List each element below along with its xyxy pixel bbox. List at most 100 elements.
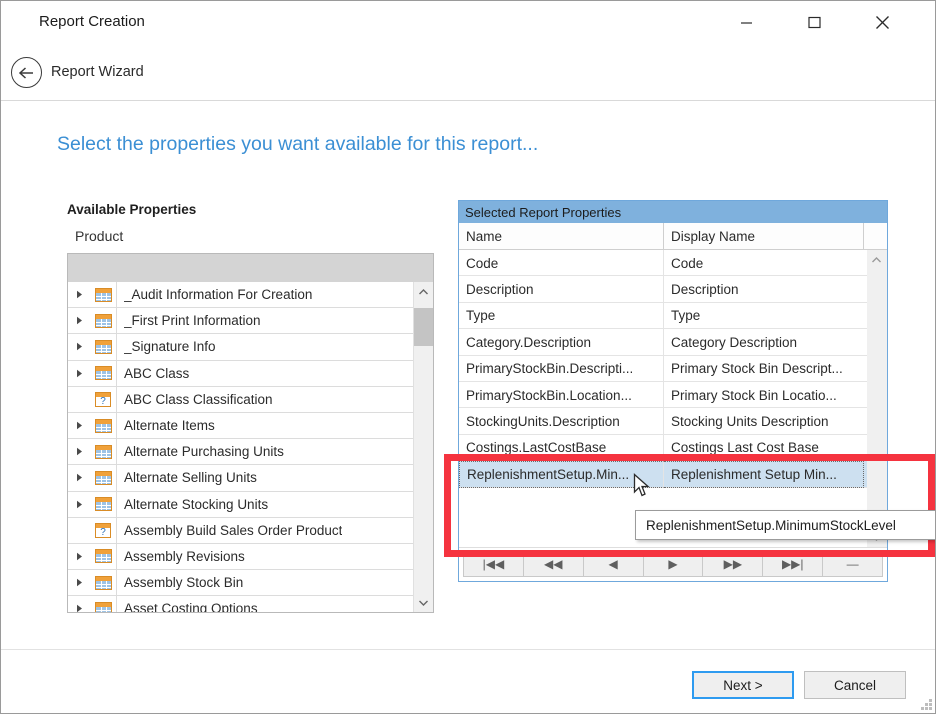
expand-arrow-icon[interactable]: [68, 316, 90, 325]
selected-grid-row-active[interactable]: ReplenishmentSetup.Min... Replenishment S…: [459, 461, 867, 488]
grid-cell-name[interactable]: Costings.LastCostBase: [459, 434, 664, 462]
selected-grid-row[interactable]: Description Description: [459, 276, 867, 303]
row-divider: [116, 282, 117, 308]
nav-next-button[interactable]: ▶: [642, 551, 703, 577]
selected-grid-row[interactable]: Category.Description Category Description: [459, 329, 867, 356]
grid-cell-display-name[interactable]: Code: [664, 250, 864, 276]
grid-cell-display-name[interactable]: Type: [664, 303, 864, 329]
grid-scroll-up-button[interactable]: [867, 250, 886, 269]
available-property-row[interactable]: ? ABC Class Classification: [68, 386, 414, 413]
column-header-name[interactable]: Name: [459, 223, 664, 249]
scroll-down-button[interactable]: [414, 593, 433, 612]
expand-arrow-icon[interactable]: [68, 578, 90, 587]
available-property-row[interactable]: Alternate Items: [68, 412, 414, 440]
grid-table-icon: [94, 418, 112, 433]
available-property-row[interactable]: ? Assembly Build Sales Order Product: [68, 517, 414, 544]
grid-cell-name[interactable]: ReplenishmentSetup.Min...: [459, 461, 664, 488]
available-property-row[interactable]: Asset Costing Options: [68, 595, 414, 612]
grid-cell-name[interactable]: PrimaryStockBin.Descripti...: [459, 355, 664, 382]
page-title: Select the properties you want available…: [57, 133, 539, 155]
available-properties-scrollbar[interactable]: [413, 282, 433, 612]
selected-grid-row[interactable]: StockingUnits.Description Stocking Units …: [459, 408, 867, 435]
grid-cell-display-name[interactable]: Category Description: [664, 329, 864, 355]
available-property-label: Assembly Revisions: [124, 548, 245, 564]
selected-grid-body[interactable]: Code Code Description Description Type Type Ca…: [459, 250, 867, 547]
available-property-row[interactable]: Assembly Stock Bin: [68, 569, 414, 597]
grid-cell-display-name[interactable]: Replenishment Setup Min...: [664, 461, 864, 488]
available-property-row[interactable]: _First Print Information: [68, 307, 414, 335]
grid-table-icon: [94, 601, 112, 612]
grid-cell-display-name[interactable]: Description: [664, 276, 864, 302]
expand-arrow-icon[interactable]: [68, 552, 90, 561]
nav-delete-button[interactable]: —: [822, 551, 884, 577]
scroll-up-button[interactable]: [414, 282, 433, 301]
row-divider: [116, 543, 117, 570]
close-button[interactable]: [859, 7, 905, 37]
row-divider: [116, 438, 117, 465]
grid-table-icon: [94, 339, 112, 354]
grid-cell-name[interactable]: Code: [459, 250, 664, 277]
available-property-row[interactable]: Alternate Selling Units: [68, 464, 414, 492]
column-header-display-name[interactable]: Display Name: [664, 223, 864, 249]
nav-last-button[interactable]: ▶▶|: [762, 551, 823, 577]
selected-grid-row[interactable]: Code Code: [459, 250, 867, 277]
grid-table-icon: [94, 444, 112, 459]
row-icon-wrap: ?: [90, 522, 116, 538]
row-divider: [116, 464, 117, 491]
expand-arrow-icon[interactable]: [68, 342, 90, 351]
nav-next-page-button[interactable]: ▶▶: [702, 551, 763, 577]
chevron-up-icon: [872, 256, 881, 262]
available-properties-list[interactable]: _Audit Information For Creation _First Pr…: [68, 282, 414, 612]
cancel-button[interactable]: Cancel: [804, 671, 906, 699]
grid-cell-display-name[interactable]: Costings Last Cost Base: [664, 435, 864, 461]
grid-cell-name[interactable]: Type: [459, 302, 664, 330]
expand-arrow-icon[interactable]: [68, 500, 90, 509]
grid-table-icon: [94, 366, 112, 381]
selected-grid-caption: Selected Report Properties: [459, 201, 887, 223]
minimize-icon: [740, 21, 752, 24]
expand-arrow-icon[interactable]: [68, 369, 90, 378]
scrollbar-thumb[interactable]: [414, 308, 433, 346]
available-property-row[interactable]: _Signature Info: [68, 333, 414, 361]
available-property-label: ABC Class Classification: [124, 391, 273, 407]
row-divider: [116, 307, 117, 334]
back-button[interactable]: [11, 57, 42, 88]
selected-grid-row[interactable]: Costings.LastCostBase Costings Last Cost …: [459, 434, 867, 462]
nav-prev-page-button[interactable]: ◀◀: [522, 551, 583, 577]
grid-cell-name[interactable]: PrimaryStockBin.Location...: [459, 381, 664, 409]
nav-first-button[interactable]: |◀◀: [463, 551, 523, 577]
title-bar: Report Creation: [1, 1, 935, 45]
next-button[interactable]: Next >: [692, 671, 794, 699]
available-property-row[interactable]: ABC Class: [68, 360, 414, 387]
expand-arrow-icon[interactable]: [68, 290, 90, 299]
row-icon-wrap: [90, 497, 116, 512]
row-divider: [116, 517, 117, 544]
grid-cell-name[interactable]: StockingUnits.Description: [459, 408, 664, 435]
grid-cell-name[interactable]: Description: [459, 276, 664, 303]
available-property-row[interactable]: Assembly Revisions: [68, 543, 414, 571]
grid-cell-name[interactable]: Category.Description: [459, 329, 664, 356]
selected-grid-row[interactable]: PrimaryStockBin.Location... Primary Stock…: [459, 381, 867, 409]
selected-grid-scrollbar[interactable]: [867, 250, 887, 547]
selected-grid-row[interactable]: PrimaryStockBin.Descripti... Primary Stoc…: [459, 355, 867, 382]
row-icon-wrap: [90, 313, 116, 328]
available-property-row[interactable]: _Audit Information For Creation: [68, 282, 414, 309]
maximize-button[interactable]: [791, 7, 837, 37]
expand-arrow-icon[interactable]: [68, 447, 90, 456]
grid-cell-display-name[interactable]: Primary Stock Bin Locatio...: [664, 382, 864, 408]
selected-grid-row[interactable]: Type Type: [459, 302, 867, 330]
wizard-label: Report Wizard: [51, 64, 144, 80]
minimize-button[interactable]: [723, 7, 769, 37]
expand-arrow-icon[interactable]: [68, 421, 90, 430]
expand-arrow-icon[interactable]: [68, 604, 90, 612]
grid-cell-display-name[interactable]: Primary Stock Bin Descript...: [664, 356, 864, 382]
available-property-row[interactable]: Alternate Stocking Units: [68, 491, 414, 518]
grid-cell-display-name[interactable]: Stocking Units Description: [664, 408, 864, 434]
row-divider: [116, 491, 117, 518]
expand-arrow-icon[interactable]: [68, 473, 90, 482]
available-property-label: Alternate Purchasing Units: [124, 444, 284, 460]
maximize-icon: [807, 16, 821, 28]
available-property-row[interactable]: Alternate Purchasing Units: [68, 438, 414, 466]
nav-prev-button[interactable]: ◀: [582, 551, 643, 577]
resize-grip[interactable]: [919, 697, 932, 710]
